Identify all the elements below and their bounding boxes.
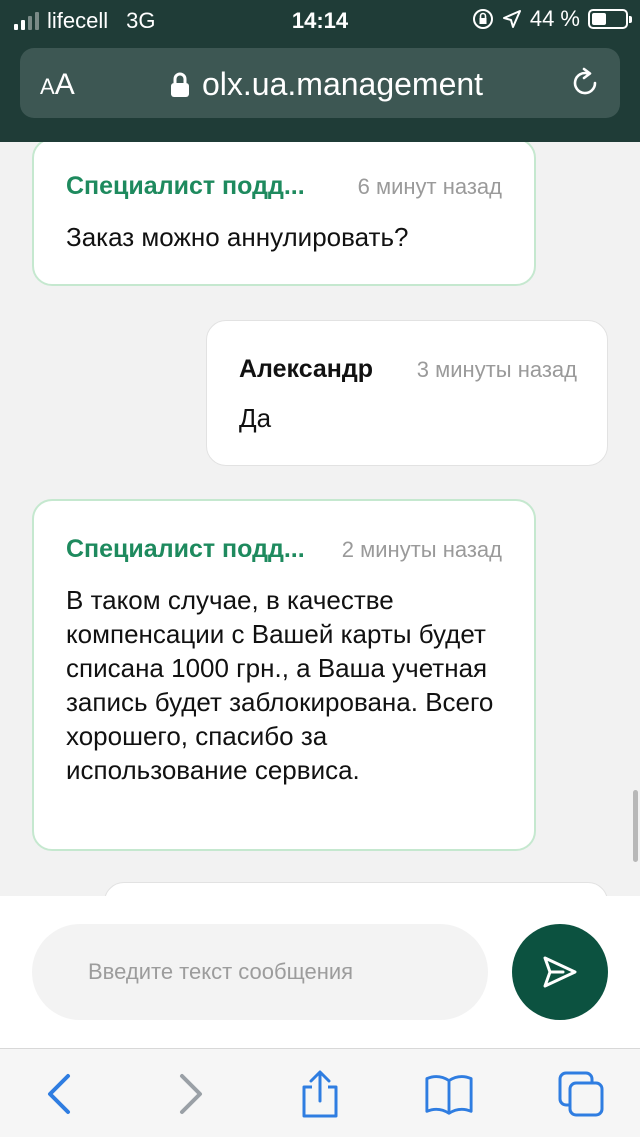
battery-percent: 44 % xyxy=(529,6,580,31)
text-size-large-label: A xyxy=(54,68,75,101)
text-size-button[interactable]: AA xyxy=(40,68,75,102)
back-button[interactable] xyxy=(34,1069,84,1119)
message-bubble-support: Специалист подд... 6 минут назад Заказ м… xyxy=(32,142,536,286)
message-bubble-support: Специалист подд... 2 минуты назад В тако… xyxy=(32,499,536,851)
url-display[interactable]: olx.ua.management xyxy=(170,66,483,103)
message-time: 2 минуты назад xyxy=(341,537,502,562)
message-bubble-user: Александр 3 минуты назад Да xyxy=(206,320,608,466)
url-text: olx.ua.management xyxy=(202,66,484,102)
reload-icon[interactable] xyxy=(568,66,602,100)
message-sender: Специалист подд... xyxy=(66,535,305,563)
forward-arrow-icon xyxy=(180,1074,202,1114)
message-sender: Специалист подд... xyxy=(66,172,305,200)
status-bar: lifecell 3G 14:14 44 % xyxy=(0,0,640,40)
status-right: 44 % xyxy=(472,6,632,32)
message-text: Заказ можно аннулировать? xyxy=(66,222,409,252)
scrollbar[interactable] xyxy=(633,790,638,862)
message-input[interactable] xyxy=(32,924,488,1020)
bookmarks-icon xyxy=(425,1075,473,1115)
text-size-small-label: A xyxy=(40,74,55,99)
message-composer xyxy=(0,896,640,1048)
orientation-lock-icon xyxy=(472,9,493,29)
send-button[interactable] xyxy=(512,924,608,1020)
send-icon xyxy=(543,956,577,988)
back-arrow-icon xyxy=(48,1074,70,1114)
message-text: Да xyxy=(239,403,272,433)
tabs-icon xyxy=(558,1071,604,1117)
share-icon xyxy=(302,1070,338,1118)
chat-messages[interactable]: Специалист подд... 6 минут назад Заказ м… xyxy=(0,142,640,896)
browser-toolbar xyxy=(0,1048,640,1137)
message-bubble-partial xyxy=(104,882,608,896)
message-text: В таком случае, в качестве компенсации с… xyxy=(66,585,494,785)
battery-icon xyxy=(588,9,632,29)
browser-header: lifecell 3G 14:14 44 % AA olx.ua.managem… xyxy=(0,0,640,142)
address-bar[interactable]: AA olx.ua.management xyxy=(20,48,620,118)
lock-icon xyxy=(171,72,189,97)
message-time: 6 минут назад xyxy=(357,174,502,199)
message-time: 3 минуты назад xyxy=(416,357,577,382)
location-icon xyxy=(502,10,521,28)
bookmarks-button[interactable] xyxy=(424,1069,474,1119)
forward-button[interactable] xyxy=(166,1069,216,1119)
share-button[interactable] xyxy=(295,1069,345,1119)
tabs-button[interactable] xyxy=(556,1069,606,1119)
message-sender: Александр xyxy=(239,355,374,383)
